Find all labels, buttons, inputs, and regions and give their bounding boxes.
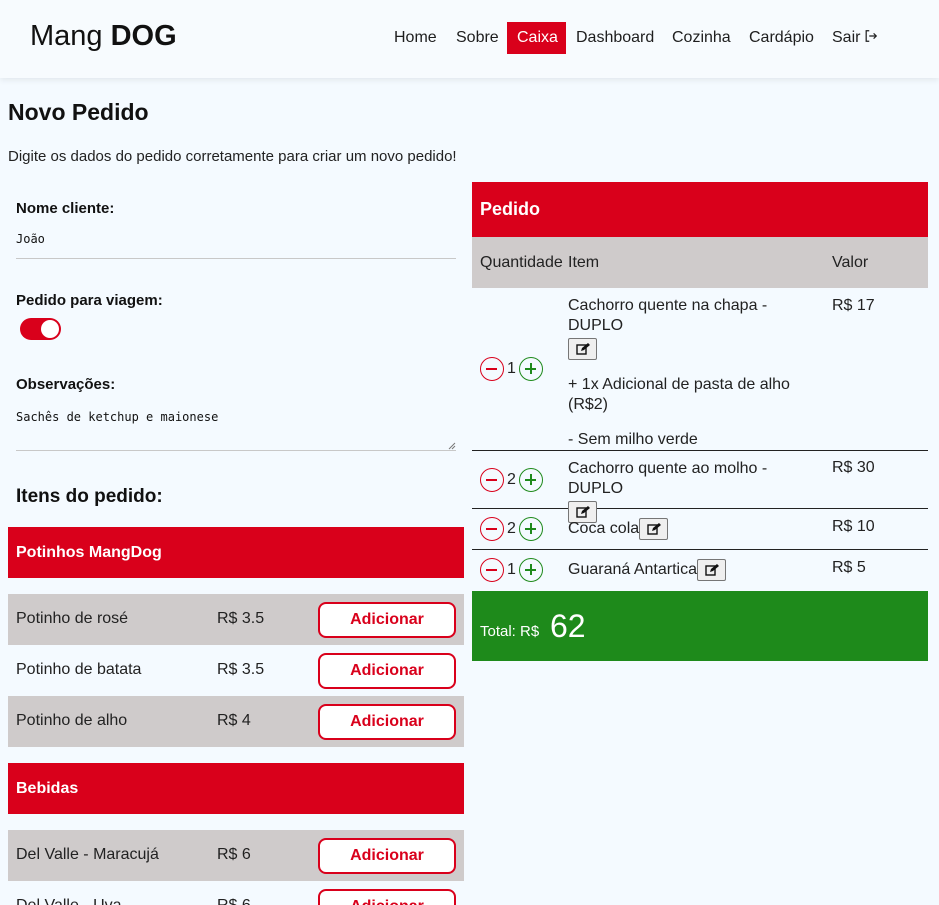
nome-cliente-label: Nome cliente: xyxy=(16,200,115,217)
product-name: Del Valle - Uva xyxy=(16,897,122,905)
order-row: 1 Cachorro quente na chapa - DUPLO + 1x … xyxy=(472,288,928,451)
order-row: 2 Coca cola R$ 10 xyxy=(472,509,928,550)
edit-button[interactable] xyxy=(568,338,597,360)
col-valor: Valor xyxy=(832,254,869,271)
product-price: R$ 6 xyxy=(217,846,251,863)
total-label: Total: R$ xyxy=(480,623,540,640)
order-header: Pedido xyxy=(472,182,928,237)
product-price: R$ 3.5 xyxy=(217,610,265,627)
logout-icon xyxy=(866,30,878,42)
nav-cozinha[interactable]: Cozinha xyxy=(662,22,741,54)
order-item-value: R$ 5 xyxy=(832,559,866,576)
observacoes-textarea[interactable]: Sachês de ketchup e maionese xyxy=(16,410,456,451)
quantity-stepper: 2 xyxy=(480,517,543,541)
product-name: Potinho de rosé xyxy=(16,610,129,627)
observacoes-label: Observações: xyxy=(16,376,116,393)
order-item-value: R$ 30 xyxy=(832,459,875,476)
order-item-extra: + 1x Adicional de pasta de alho (R$2) xyxy=(568,376,790,413)
decrement-icon[interactable] xyxy=(480,558,504,582)
add-button[interactable]: Adicionar xyxy=(318,602,456,638)
col-quantidade: Quantidade xyxy=(480,254,563,271)
nav-dashboard[interactable]: Dashboard xyxy=(566,22,664,54)
add-button[interactable]: Adicionar xyxy=(318,704,456,740)
viagem-label: Pedido para viagem: xyxy=(16,292,163,309)
decrement-icon[interactable] xyxy=(480,468,504,492)
order-item-extra: - Sem milho verde xyxy=(568,431,698,448)
nav-sair-label: Sair xyxy=(832,29,861,46)
increment-icon[interactable] xyxy=(518,558,543,582)
increment-icon[interactable] xyxy=(518,517,543,541)
viagem-toggle[interactable] xyxy=(20,318,61,340)
quantity-stepper: 1 xyxy=(480,558,543,582)
brand-bold: DOG xyxy=(110,20,177,52)
brand-light: Mang xyxy=(30,20,111,52)
decrement-icon[interactable] xyxy=(480,357,504,381)
edit-icon xyxy=(647,523,662,535)
category-header-potinhos: Potinhos MangDog xyxy=(8,527,464,578)
edit-button[interactable] xyxy=(696,559,726,581)
product-row: Potinho de alho R$ 4 Adicionar xyxy=(8,696,464,747)
quantity-value: 2 xyxy=(507,520,516,537)
page-title: Novo Pedido xyxy=(8,99,149,125)
order-row: 2 Cachorro quente ao molho - DUPLO R$ 30 xyxy=(472,451,928,523)
brand-logo[interactable]: Mang DOG xyxy=(30,20,177,53)
nome-cliente-input[interactable]: João xyxy=(16,232,456,259)
add-button[interactable]: Adicionar xyxy=(318,889,456,905)
category-header-bebidas: Bebidas xyxy=(8,763,464,814)
edit-icon xyxy=(705,564,719,576)
nav-cardapio[interactable]: Cardápio xyxy=(739,22,824,54)
product-row: Potinho de batata R$ 3.5 Adicionar xyxy=(8,645,464,696)
quantity-stepper: 2 xyxy=(480,468,543,492)
product-name: Potinho de batata xyxy=(16,661,142,678)
decrement-icon[interactable] xyxy=(480,517,504,541)
col-item: Item xyxy=(568,254,600,271)
product-price: R$ 3.5 xyxy=(217,661,265,678)
product-name: Potinho de alho xyxy=(16,712,128,729)
product-row: Del Valle - Uva R$ 6 Adicionar xyxy=(8,881,464,905)
product-name: Del Valle - Maracujá xyxy=(16,846,159,863)
quantity-value: 2 xyxy=(507,471,516,488)
total-value: 62 xyxy=(550,608,586,644)
itens-heading: Itens do pedido: xyxy=(16,486,163,507)
product-row: Del Valle - Maracujá R$ 6 Adicionar xyxy=(8,830,464,881)
order-total: Total: R$ 62 xyxy=(472,591,928,661)
page-subtitle: Digite os dados do pedido corretamente p… xyxy=(8,148,457,165)
order-row: 1 Guaraná Antartica R$ 5 xyxy=(472,550,928,591)
order-column-headers: Quantidade Item Valor xyxy=(472,237,928,288)
add-button[interactable]: Adicionar xyxy=(318,838,456,874)
increment-icon[interactable] xyxy=(518,357,543,381)
order-item-cell: Coca cola xyxy=(568,518,823,540)
order-item-value: R$ 10 xyxy=(832,518,875,535)
quantity-stepper: 1 xyxy=(480,357,543,381)
order-item-name: Cachorro quente na chapa - DUPLO xyxy=(568,297,768,334)
order-item-name: Cachorro quente ao molho - DUPLO xyxy=(568,460,768,497)
toggle-knob xyxy=(41,320,59,338)
order-item-name: Coca cola xyxy=(568,520,640,538)
product-price: R$ 4 xyxy=(217,712,251,729)
order-item-cell: Cachorro quente na chapa - DUPLO + 1x Ad… xyxy=(568,296,823,450)
product-row: Potinho de rosé R$ 3.5 Adicionar xyxy=(8,594,464,645)
order-item-value: R$ 17 xyxy=(832,297,875,314)
resize-grip-icon[interactable] xyxy=(446,440,456,450)
order-item-name: Guaraná Antartica xyxy=(568,561,697,579)
quantity-value: 1 xyxy=(507,360,516,377)
nav-sair[interactable]: Sair xyxy=(822,22,888,54)
nav-caixa[interactable]: Caixa xyxy=(507,22,566,54)
nav-home[interactable]: Home xyxy=(384,22,447,54)
edit-icon xyxy=(576,343,590,355)
product-price: R$ 6 xyxy=(217,897,251,905)
navbar: Mang DOG Home Sobre Caixa Dashboard Cozi… xyxy=(0,0,939,78)
add-button[interactable]: Adicionar xyxy=(318,653,456,689)
increment-icon[interactable] xyxy=(518,468,543,492)
order-item-cell: Guaraná Antartica xyxy=(568,559,823,581)
nav-sobre[interactable]: Sobre xyxy=(446,22,509,54)
observacoes-text: Sachês de ketchup e maionese xyxy=(16,410,219,424)
edit-button[interactable] xyxy=(639,518,669,540)
quantity-value: 1 xyxy=(507,561,516,578)
